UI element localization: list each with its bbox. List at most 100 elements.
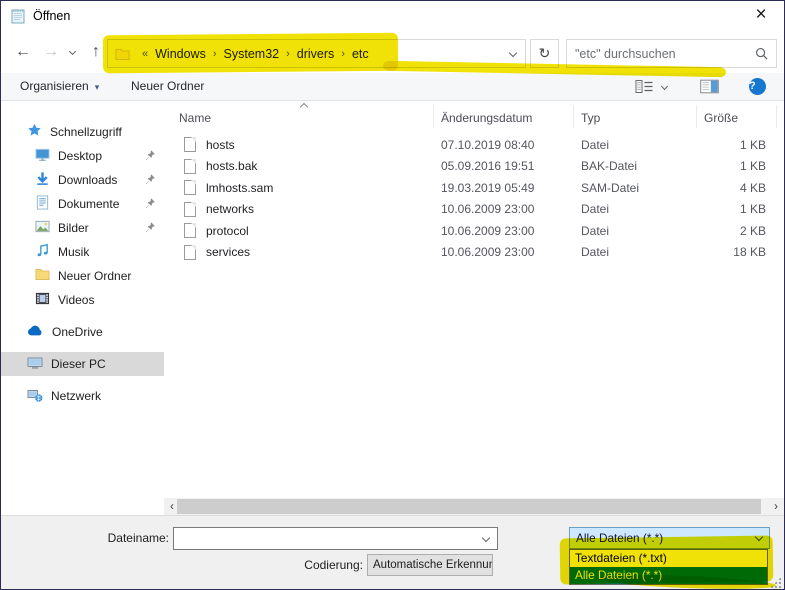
network-icon	[27, 387, 43, 406]
chevron-down-icon	[755, 533, 763, 541]
chevron-down-icon[interactable]	[482, 533, 490, 541]
monitor-icon	[35, 147, 50, 165]
pin-icon	[144, 197, 156, 209]
download-arrow-icon	[35, 171, 50, 189]
scrollbar-thumb[interactable]	[177, 499, 761, 514]
file-icon	[184, 223, 206, 238]
breadcrumb-overflow[interactable]: «	[142, 48, 148, 60]
sidebar-item-neuer-ordner[interactable]: Neuer Ordner	[1, 264, 164, 288]
breadcrumb-segment-drivers[interactable]: drivers	[297, 47, 335, 61]
file-icon	[184, 180, 206, 195]
encoding-value: Automatische Erkennun	[368, 559, 493, 571]
sidebar-item-desktop[interactable]: Desktop	[1, 144, 164, 168]
filename-input[interactable]	[174, 532, 483, 546]
breadcrumb-separator: ›	[341, 48, 345, 60]
chevron-down-icon: ▾	[95, 82, 100, 92]
column-header-date[interactable]: Änderungsdatum	[441, 111, 532, 125]
close-icon[interactable]: ×	[738, 1, 784, 31]
history-chevron-icon[interactable]	[63, 31, 81, 73]
file-row[interactable]: services 10.06.2009 23:00 Datei 18 KB	[164, 242, 784, 264]
sidebar-item-onedrive[interactable]: OneDrive	[1, 320, 164, 344]
filetype-dropdown-list: Textdateien (*.txt) Alle Dateien (*.*)	[569, 549, 768, 585]
search-icon[interactable]	[755, 47, 768, 60]
breadcrumb-segment-system32[interactable]: System32	[224, 47, 280, 61]
horizontal-scrollbar[interactable]: ‹ ›	[164, 498, 784, 515]
breadcrumb-segment-windows[interactable]: Windows	[155, 47, 206, 61]
search-input[interactable]	[567, 47, 755, 61]
folder-icon	[35, 267, 50, 285]
column-header-name[interactable]: Name	[179, 111, 211, 125]
column-divider[interactable]	[433, 105, 434, 128]
column-divider[interactable]	[696, 105, 697, 128]
navigation-bar: ← → ↑ « Windows › System32 › drivers › e…	[1, 31, 784, 73]
navigation-sidebar: Schnellzugriff Desktop Downloads Dokumen…	[1, 101, 164, 513]
back-icon[interactable]: ←	[9, 31, 37, 73]
preview-pane-icon[interactable]	[700, 79, 719, 94]
encoding-combobox[interactable]: Automatische Erkennun	[367, 554, 493, 576]
cloud-icon	[27, 325, 44, 340]
sidebar-item-dieser-pc[interactable]: Dieser PC	[1, 352, 164, 376]
sidebar-item-schnellzugriff[interactable]: Schnellzugriff	[1, 120, 164, 144]
star-icon	[27, 123, 42, 141]
notepad-icon	[10, 8, 26, 24]
command-toolbar: Organisieren▾ Neuer Ordner ?	[1, 73, 784, 101]
sidebar-item-videos[interactable]: Videos	[1, 288, 164, 312]
scroll-right-icon[interactable]: ›	[768, 498, 784, 515]
folder-icon	[115, 47, 130, 61]
filename-combo[interactable]	[173, 527, 498, 550]
breadcrumb-separator: ›	[213, 48, 217, 60]
filetype-option-textdateien[interactable]: Textdateien (*.txt)	[570, 550, 767, 567]
pin-icon	[144, 221, 156, 233]
column-headers: Name Änderungsdatum Typ Größe	[164, 101, 784, 131]
file-row[interactable]: hosts 07.10.2019 08:40 Datei 1 KB	[164, 134, 784, 156]
file-icon	[184, 137, 206, 152]
sidebar-item-netzwerk[interactable]: Netzwerk	[1, 384, 164, 408]
music-note-icon	[35, 243, 50, 261]
sort-ascending-icon	[300, 103, 308, 111]
view-options-caret-icon[interactable]	[662, 84, 667, 91]
file-icon	[184, 245, 206, 260]
title-bar: Öffnen ×	[1, 1, 784, 31]
sidebar-item-bilder[interactable]: Bilder	[1, 216, 164, 240]
file-rows: hosts 07.10.2019 08:40 Datei 1 KB hosts.…	[164, 134, 784, 263]
breadcrumb-segment-etc[interactable]: etc	[352, 47, 369, 61]
forward-icon[interactable]: →	[39, 31, 63, 73]
breadcrumb-separator: ›	[286, 48, 290, 60]
filetype-option-alle-dateien[interactable]: Alle Dateien (*.*)	[570, 567, 767, 584]
resize-grip[interactable]	[770, 577, 781, 588]
help-icon[interactable]: ?	[749, 78, 766, 95]
new-folder-button[interactable]: Neuer Ordner	[131, 73, 204, 100]
file-icon	[184, 202, 206, 217]
column-header-size[interactable]: Größe	[704, 111, 738, 125]
search-box[interactable]	[566, 39, 777, 68]
address-bar[interactable]: « Windows › System32 › drivers › etc	[107, 39, 526, 68]
view-list-icon[interactable]	[635, 79, 653, 94]
open-file-dialog: Öffnen × ← → ↑ « Windows › System32 › dr…	[0, 0, 785, 590]
film-icon	[35, 291, 50, 309]
address-dropdown-icon[interactable]	[501, 47, 525, 61]
file-list-pane: Name Änderungsdatum Typ Größe hosts 07.1…	[164, 101, 784, 496]
column-divider[interactable]	[776, 105, 777, 128]
filetype-combobox[interactable]: Alle Dateien (*.*)	[569, 527, 770, 549]
computer-icon	[27, 355, 43, 374]
document-icon	[35, 195, 50, 213]
file-row[interactable]: protocol 10.06.2009 23:00 Datei 2 KB	[164, 220, 784, 242]
file-row[interactable]: lmhosts.sam 19.03.2019 05:49 SAM-Datei 4…	[164, 177, 784, 199]
pin-icon	[144, 149, 156, 161]
sidebar-item-downloads[interactable]: Downloads	[1, 168, 164, 192]
up-icon[interactable]: ↑	[83, 31, 109, 73]
filename-label: Dateiname:	[41, 527, 169, 550]
file-row[interactable]: networks 10.06.2009 23:00 Datei 1 KB	[164, 199, 784, 221]
dialog-footer: Dateiname: Alle Dateien (*.*) Textdateie…	[1, 515, 784, 590]
file-row[interactable]: hosts.bak 05.09.2016 19:51 BAK-Datei 1 K…	[164, 156, 784, 178]
organize-button[interactable]: Organisieren▾	[20, 73, 99, 100]
refresh-icon[interactable]: ↻	[530, 39, 559, 68]
column-header-type[interactable]: Typ	[581, 111, 600, 125]
encoding-label: Codierung:	[253, 554, 363, 577]
column-divider[interactable]	[573, 105, 574, 128]
file-icon	[184, 159, 206, 174]
sidebar-item-dokumente[interactable]: Dokumente	[1, 192, 164, 216]
filetype-value: Alle Dateien (*.*)	[570, 531, 663, 545]
sidebar-item-musik[interactable]: Musik	[1, 240, 164, 264]
picture-icon	[35, 219, 50, 237]
